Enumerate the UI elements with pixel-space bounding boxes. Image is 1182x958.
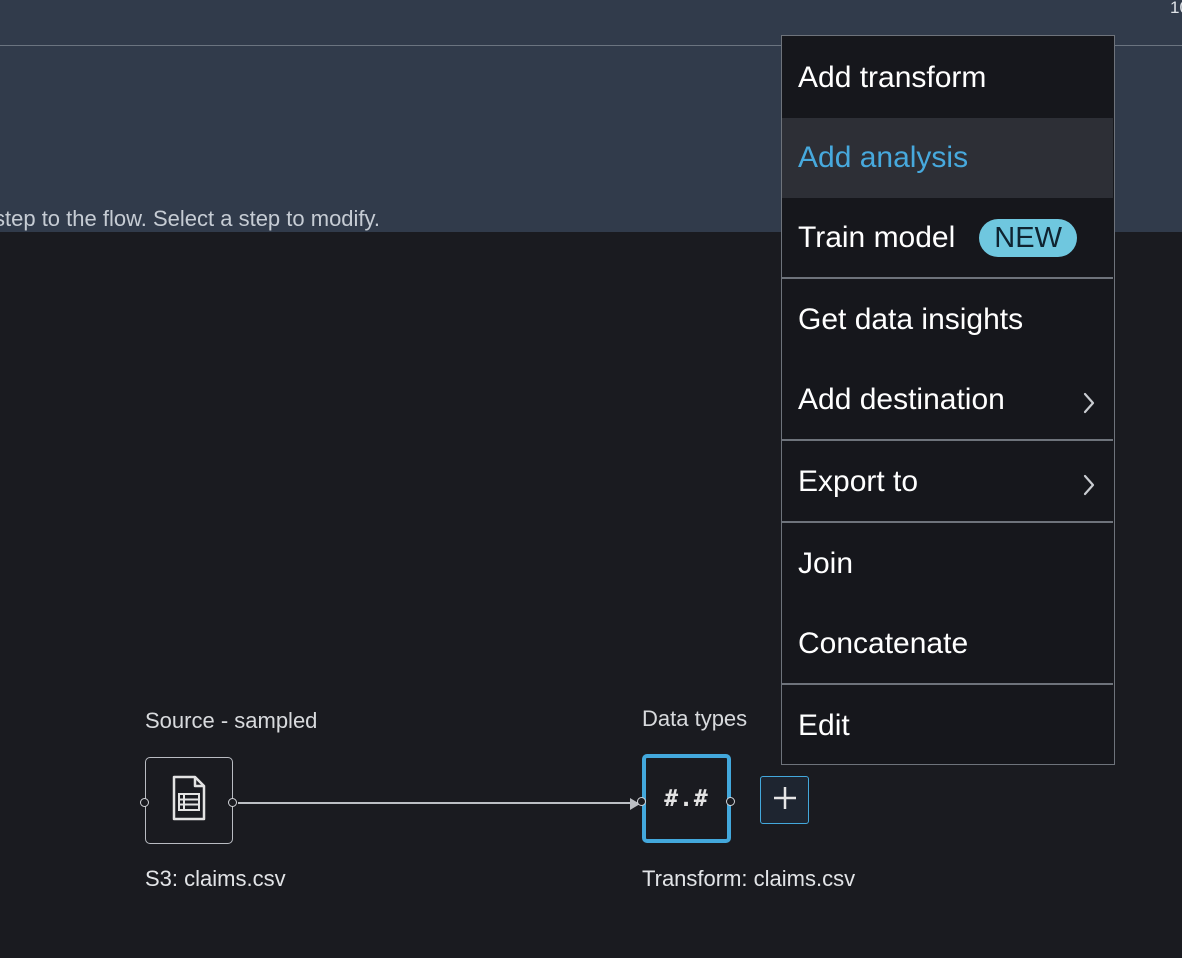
menu-item-label: Add destination [798, 383, 1005, 416]
menu-item-export-to[interactable]: Export to [782, 442, 1113, 522]
banner-text: step to the flow. Select a step to modif… [0, 206, 381, 231]
menu-item-add-destination[interactable]: Add destination [782, 360, 1113, 440]
menu-item-get-data-insights[interactable]: Get data insights [782, 280, 1113, 360]
transform-input-port[interactable] [637, 797, 646, 806]
menu-item-label: Add analysis [798, 141, 969, 174]
source-node-caption: S3: claims.csv [145, 866, 286, 891]
source-node-title: Source - sampled [145, 708, 318, 733]
source-output-port[interactable] [228, 798, 237, 807]
transform-node[interactable]: #.# [642, 754, 731, 843]
menu-item-label: Export to [798, 465, 919, 498]
new-badge: NEW [979, 219, 1077, 257]
source-node[interactable] [145, 757, 233, 844]
menu-item-label: Get data insights [798, 303, 1024, 336]
menu-item-add-transform[interactable]: Add transform [782, 38, 1113, 118]
menu-item-label: Edit [798, 709, 850, 742]
menu-item-label: Add transform [798, 61, 987, 94]
transform-node-title: Data types [642, 706, 748, 731]
source-input-port[interactable] [140, 798, 149, 807]
add-step-button[interactable] [760, 776, 809, 824]
step-context-menu: Add transform Add analysis Train model N… [781, 35, 1115, 765]
menu-divider [782, 277, 1113, 279]
menu-item-train-model[interactable]: Train model NEW [782, 198, 1113, 278]
transform-node-caption: Transform: claims.csv [642, 866, 856, 891]
menu-item-join[interactable]: Join [782, 524, 1113, 604]
menu-item-edit[interactable]: Edit [782, 686, 1113, 766]
menu-item-label: Join [798, 547, 854, 580]
plus-icon [772, 785, 798, 816]
menu-item-add-analysis[interactable]: Add analysis [782, 118, 1113, 198]
chevron-right-icon [1083, 470, 1095, 504]
top-bar-text: 10 [1170, 0, 1182, 17]
data-type-symbol: #.# [664, 785, 709, 812]
transform-output-port[interactable] [726, 797, 735, 806]
menu-divider [782, 683, 1113, 685]
menu-item-label: Concatenate [798, 627, 969, 660]
menu-item-label: Train model [798, 221, 956, 254]
menu-divider [782, 439, 1113, 441]
chevron-right-icon [1083, 388, 1095, 422]
flow-connector [238, 802, 638, 804]
file-table-icon [171, 774, 207, 827]
menu-item-concatenate[interactable]: Concatenate [782, 604, 1113, 684]
menu-divider [782, 521, 1113, 523]
